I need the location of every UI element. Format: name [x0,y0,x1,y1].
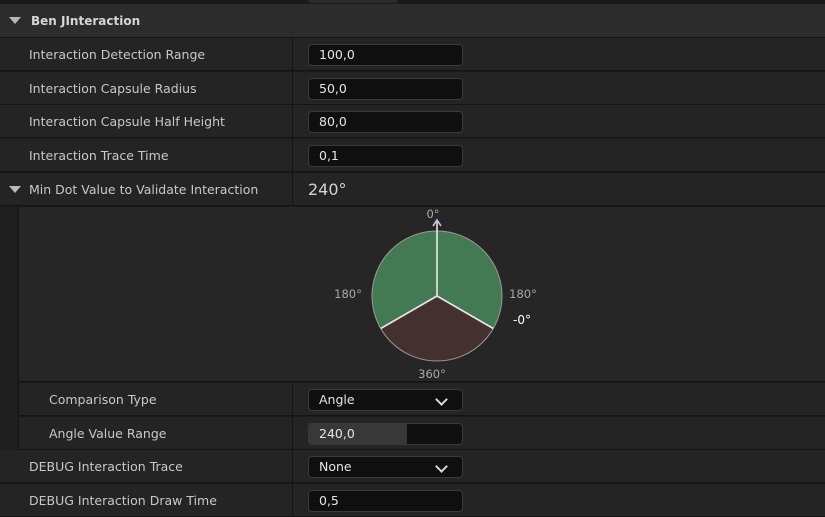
trace-time-label: Interaction Trace Time [29,148,169,163]
row-trace-time: Interaction Trace Time 0,1 [0,139,825,172]
angle-label-left: 180° [334,287,362,301]
column-splitter[interactable] [292,139,293,172]
comparison-type-dropdown[interactable]: Angle [308,389,463,411]
row-comparison-type: Comparison Type Angle [19,383,825,416]
row-angle-value-range: Angle Value Range 240,0 [19,417,825,450]
debug-trace-label: DEBUG Interaction Trace [29,459,183,474]
row-debug-draw-time: DEBUG Interaction Draw Time 0,5 [0,484,825,517]
expand-triangle-icon[interactable] [9,186,21,193]
detection-range-input[interactable]: 100,0 [308,44,463,66]
chevron-down-icon [435,393,448,406]
debug-draw-time-input[interactable]: 0,5 [308,490,463,512]
row-detection-range: Interaction Detection Range 100,0 [0,38,825,71]
angle-value-range-slider[interactable]: 240,0 [308,423,463,445]
min-dot-angle-value: 240° [308,180,347,199]
row-min-dot[interactable]: Min Dot Value to Validate Interaction 24… [0,173,825,206]
detection-range-label: Interaction Detection Range [29,47,206,62]
comparison-type-label: Comparison Type [49,392,157,407]
collapse-triangle-icon[interactable] [9,17,21,24]
section-header[interactable]: Ben JInteraction [0,4,825,38]
row-capsule-radius: Interaction Capsule Radius 50,0 [0,72,825,105]
previous-field-edge [308,0,398,3]
chevron-down-icon [435,460,448,473]
capsule-radius-label: Interaction Capsule Radius [29,81,197,96]
angle-label-right-lower: -0° [513,313,531,327]
row-capsule-half-height: Interaction Capsule Half Height 80,0 [0,105,825,138]
comparison-type-value: Angle [319,392,355,407]
debug-draw-time-label: DEBUG Interaction Draw Time [29,493,217,508]
capsule-half-height-label: Interaction Capsule Half Height [29,114,225,129]
column-splitter[interactable] [292,450,293,483]
angle-label-right: 180° [509,287,537,301]
debug-trace-dropdown[interactable]: None [308,456,463,478]
angle-label-bottom: 360° [418,367,446,381]
capsule-radius-input[interactable]: 50,0 [308,78,463,100]
column-splitter[interactable] [292,484,293,517]
capsule-half-height-input[interactable]: 80,0 [308,111,463,133]
angle-value-range-value: 240,0 [319,426,355,441]
section-title: Ben JInteraction [31,13,141,28]
column-splitter[interactable] [292,72,293,105]
trace-time-input[interactable]: 0,1 [308,145,463,167]
indent-gutter [0,207,19,450]
column-splitter[interactable] [292,38,293,71]
column-splitter[interactable] [292,173,293,206]
angle-label-top: 0° [426,207,439,221]
angle-value-range-label: Angle Value Range [49,426,167,441]
angle-diagram: 0° 180° 180° -0° 360° [334,207,537,381]
column-splitter[interactable] [292,417,293,450]
column-splitter[interactable] [292,105,293,138]
row-debug-trace: DEBUG Interaction Trace None [0,450,825,483]
debug-trace-value: None [319,459,352,474]
min-dot-label: Min Dot Value to Validate Interaction [29,182,259,197]
angle-visualizer: 0° 180° 180° -0° 360° [19,207,825,382]
column-splitter[interactable] [292,383,293,416]
